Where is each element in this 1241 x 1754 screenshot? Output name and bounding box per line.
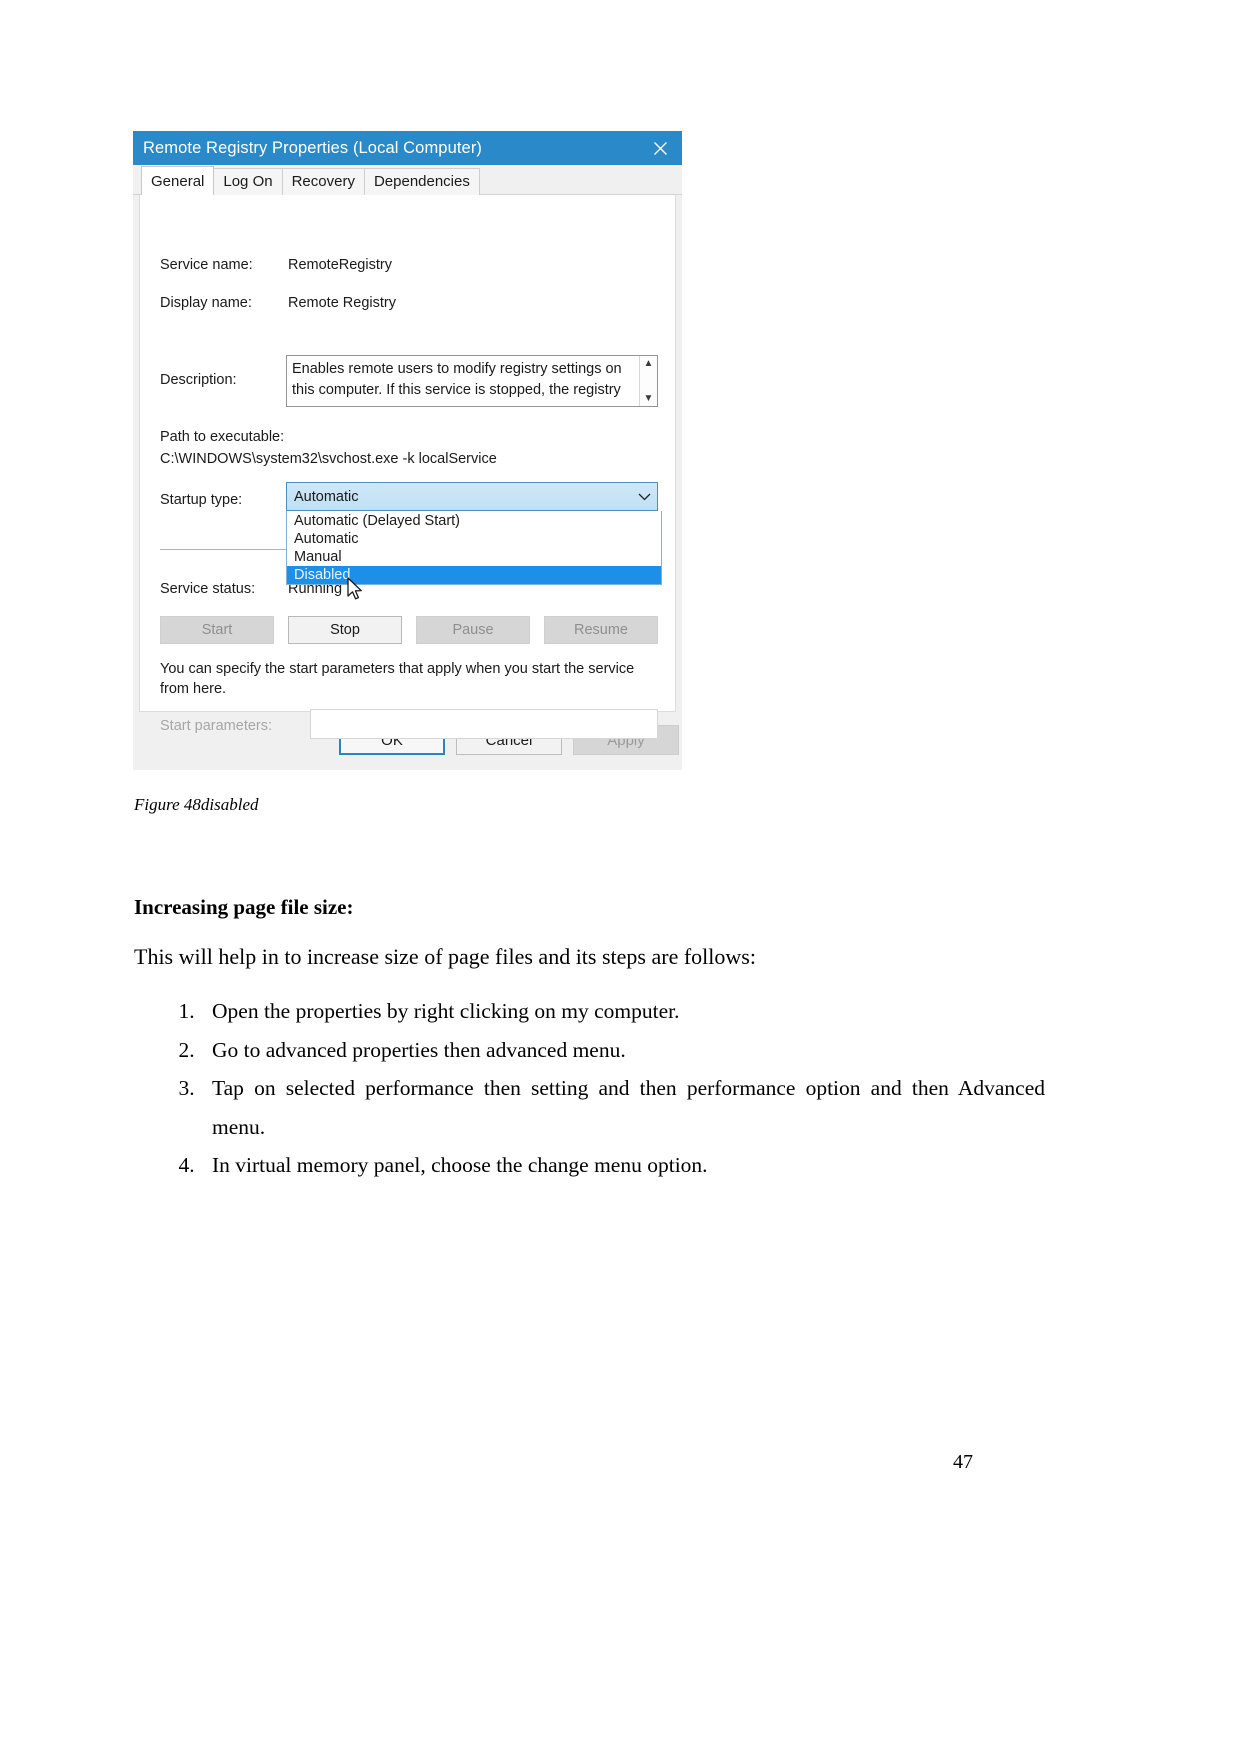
startup-type-dropdown-list[interactable]: Automatic (Delayed Start) Automatic Manu… (286, 511, 662, 585)
service-name-value: RemoteRegistry (288, 257, 392, 273)
start-parameters-help-text: You can specify the start parameters tha… (160, 661, 635, 697)
mouse-pointer-icon (346, 577, 364, 603)
startup-type-value: Automatic (294, 488, 359, 505)
description-label: Description: (160, 372, 237, 388)
dropdown-option-manual[interactable]: Manual (287, 548, 661, 566)
list-item: Tap on selected performance then setting… (200, 1069, 1045, 1146)
service-properties-dialog: Remote Registry Properties (Local Comput… (133, 131, 682, 770)
page-number: 47 (953, 1451, 973, 1473)
list-item: In virtual memory panel, choose the chan… (200, 1146, 1045, 1185)
general-tab-page: Service name: RemoteRegistry Display nam… (139, 195, 676, 739)
start-parameters-label: Start parameters: (160, 718, 273, 734)
scroll-down-icon[interactable]: ▼ (644, 393, 654, 404)
list-item: Go to advanced properties then advanced … (200, 1031, 1045, 1070)
startup-type-label: Startup type: (160, 492, 243, 508)
resume-button[interactable]: Resume (544, 616, 658, 644)
start-button[interactable]: Start (160, 616, 274, 644)
startup-type-combobox[interactable]: Automatic (286, 482, 658, 511)
service-name-label: Service name: (160, 257, 253, 273)
dialog-title: Remote Registry Properties (Local Comput… (143, 138, 483, 157)
dropdown-option-automatic[interactable]: Automatic (287, 530, 661, 548)
divider (160, 549, 296, 550)
dialog-titlebar: Remote Registry Properties (Local Comput… (133, 131, 682, 165)
service-status-label: Service status: (160, 581, 256, 597)
dropdown-option-disabled-label: Disabled (294, 567, 351, 583)
service-control-buttons: Start Stop Pause Resume (160, 616, 658, 644)
stop-button[interactable]: Stop (288, 616, 402, 644)
path-to-executable-label: Path to executable: (160, 429, 285, 445)
intro-paragraph: This will help in to increase size of pa… (134, 944, 756, 969)
description-scrollbar[interactable]: ▲ ▼ (639, 356, 657, 406)
tab-dependencies[interactable]: Dependencies (363, 168, 480, 195)
close-icon[interactable] (638, 131, 682, 165)
display-name-value: Remote Registry (288, 295, 396, 311)
tab-general[interactable]: General (141, 166, 215, 195)
display-name-label: Display name: (160, 295, 252, 311)
chevron-down-icon[interactable] (631, 493, 657, 501)
start-parameters-input[interactable] (310, 709, 658, 739)
pause-button[interactable]: Pause (416, 616, 530, 644)
section-heading: Increasing page file size: (134, 895, 354, 919)
dropdown-option-disabled[interactable]: Disabled (287, 566, 661, 584)
steps-list: Open the properties by right clicking on… (134, 992, 1045, 1185)
path-to-executable-value: C:\WINDOWS\system32\svchost.exe -k local… (160, 451, 497, 467)
scroll-up-icon[interactable]: ▲ (644, 358, 654, 369)
figure-caption: Figure 48disabled (134, 795, 259, 814)
dialog-tabs: General Log On Recovery Dependencies (133, 165, 682, 195)
list-item: Open the properties by right clicking on… (200, 992, 1045, 1031)
description-textarea[interactable]: Enables remote users to modify registry … (286, 355, 658, 407)
tab-log-on[interactable]: Log On (213, 168, 283, 195)
tab-recovery[interactable]: Recovery (281, 168, 365, 195)
dropdown-option-automatic-delayed[interactable]: Automatic (Delayed Start) (287, 512, 661, 530)
description-value: Enables remote users to modify registry … (292, 361, 622, 398)
